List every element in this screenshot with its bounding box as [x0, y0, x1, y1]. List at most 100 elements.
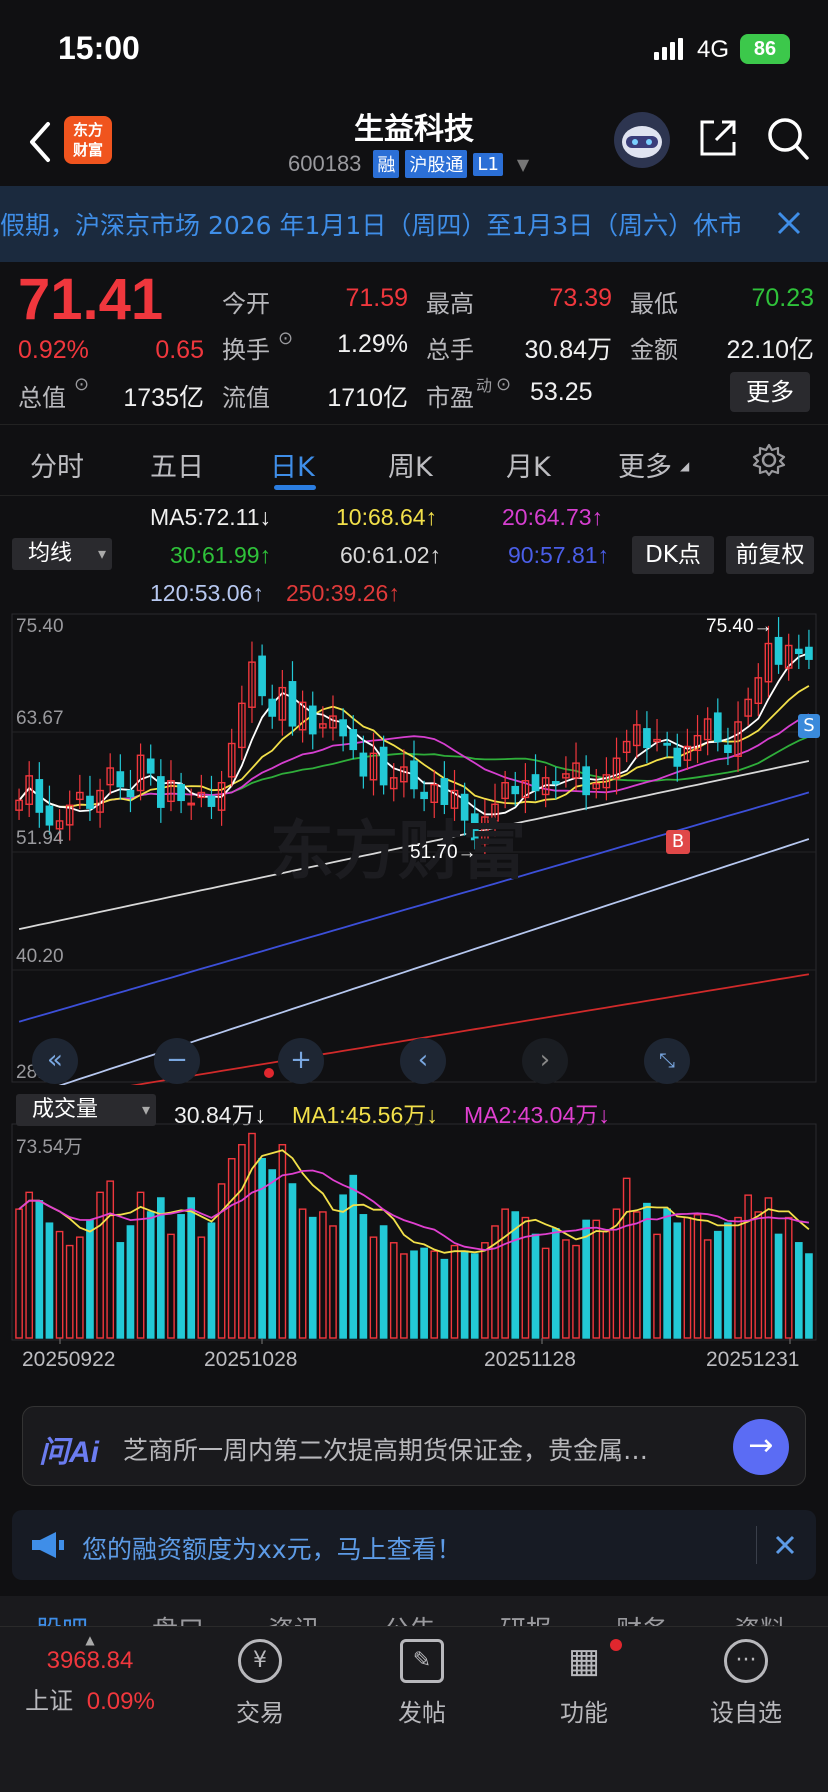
buy-marker[interactable]: B	[666, 830, 690, 854]
status-bar: 15:00 4G 86	[0, 0, 828, 100]
tab-more[interactable]: 更多	[618, 445, 672, 484]
prev-icon[interactable]: ‹	[400, 1038, 446, 1084]
volume-chart[interactable]: 73.54万 20250922 20251028 20251128 202512…	[0, 1120, 828, 1371]
x-tick-label: 20250922	[22, 1348, 116, 1371]
volume-bar-up	[754, 1211, 763, 1339]
caret-up-icon: ▲	[85, 1633, 95, 1647]
volume-bar-down	[207, 1222, 216, 1339]
close-icon[interactable]	[776, 210, 802, 236]
index-change: 0.09%	[86, 1688, 155, 1715]
mktcap-value: 1735亿	[123, 384, 204, 412]
volume-bar-down	[187, 1197, 196, 1339]
assistant-avatar-icon[interactable]	[612, 110, 672, 170]
volume-bar-up	[319, 1211, 327, 1339]
pe-label: 市盈	[426, 384, 474, 412]
volume-bar-down	[551, 1228, 560, 1339]
info-icon[interactable]: ⊙	[496, 374, 511, 395]
volume-svg[interactable]	[0, 1120, 828, 1345]
pe-sup: 动	[476, 376, 493, 395]
nav-watchlist[interactable]: ··· 设自选	[686, 1639, 806, 1728]
volume-bar-up	[329, 1225, 337, 1339]
nav-trade[interactable]: ¥ 交易	[200, 1639, 320, 1728]
volume-bar-down	[45, 1222, 54, 1339]
candle-down	[420, 791, 428, 800]
fullscreen-icon[interactable]: ⤡	[644, 1038, 690, 1084]
nav-post[interactable]: ✎ 发帖	[362, 1639, 482, 1728]
ai-question-bar[interactable]: 问Ai 芝商所一周内第二次提高期货保证金，贵金属… →	[22, 1406, 806, 1486]
zoom-out-icon[interactable]: −	[154, 1038, 200, 1084]
subtab-order-book[interactable]: 盘口	[152, 1610, 204, 1626]
adjust-button[interactable]: 前复权	[726, 536, 814, 574]
candle-down	[774, 636, 783, 665]
stock-header: 东方 财富 生益科技 600183 融 沪股通 L1 ▼	[0, 100, 828, 186]
volume-bar-up	[389, 1242, 398, 1339]
edit-icon: ✎	[400, 1639, 444, 1683]
info-icon[interactable]: ⊙	[74, 374, 89, 395]
nav-functions[interactable]: ▦ 功能	[524, 1639, 644, 1728]
y-tick-label: 63.67	[16, 708, 64, 729]
volume-bar-up	[227, 1158, 236, 1339]
candle-down	[116, 771, 125, 788]
margin-promo[interactable]: 您的融资额度为xx元，马上查看！	[12, 1510, 816, 1580]
info-icon[interactable]: ⊙	[278, 328, 293, 349]
tab-monthly-k[interactable]: 月K	[506, 445, 551, 484]
next-icon[interactable]: ›	[522, 1038, 568, 1084]
volume-bar-up	[15, 1208, 23, 1339]
sell-marker[interactable]: S	[798, 714, 820, 738]
volume-bar-up	[562, 1239, 570, 1339]
kline-chart[interactable]: 75.40 63.67 51.94 40.20 28.47 东方财富 75.40…	[0, 610, 828, 1106]
volume-bar-up	[693, 1214, 702, 1339]
subtab-forum[interactable]: 股吧	[36, 1610, 88, 1626]
mktcap-label: 总值	[18, 384, 66, 412]
period-tabs: 分时 五日 日K 周K 月K 更多 ◢	[0, 424, 828, 496]
zoom-in-icon[interactable]: +	[278, 1038, 324, 1084]
arrow-right-icon[interactable]: →	[733, 1419, 789, 1475]
candle-down	[643, 728, 651, 749]
y-tick-label: 40.20	[16, 946, 64, 967]
settings-gear-icon[interactable]	[752, 443, 786, 477]
more-button[interactable]: 更多	[730, 372, 810, 412]
volume-bar-down	[339, 1194, 347, 1339]
subtab-announcements[interactable]: 公告	[384, 1610, 436, 1626]
ai-prompt-text[interactable]: 芝商所一周内第二次提高期货保证金，贵金属…	[123, 1431, 729, 1467]
tab-intraday[interactable]: 分时	[30, 445, 84, 484]
subtab-profile[interactable]: 资料	[734, 1610, 786, 1626]
tab-five-day[interactable]: 五日	[150, 445, 204, 484]
amount-label: 金额	[630, 336, 678, 364]
tab-daily-k[interactable]: 日K	[270, 445, 315, 484]
candle-down	[805, 646, 813, 660]
search-icon[interactable]	[766, 116, 810, 162]
volume-bar-down	[308, 1216, 317, 1339]
volume-bar-up	[764, 1197, 773, 1339]
share-icon[interactable]	[696, 116, 740, 160]
candle-down	[126, 789, 135, 798]
volume-bar-up	[55, 1230, 64, 1339]
chevron-down-icon[interactable]: ▼	[517, 155, 529, 174]
volume-bar-up	[278, 1144, 287, 1339]
low-value: 70.23	[751, 284, 814, 312]
volume-bar-up	[298, 1208, 307, 1339]
y-tick-label: 75.40	[16, 616, 64, 637]
x-tick-label: 20251028	[204, 1348, 298, 1371]
holiday-notice[interactable]: 假期，沪深京市场 2026 年1月1日（周四）至1月3日（周六）休市	[0, 186, 828, 262]
volume-bar-down	[713, 1230, 722, 1339]
change-amount: 0.65	[155, 336, 204, 364]
stock-subline: 600183 融 沪股通 L1 ▼	[288, 150, 529, 178]
tab-weekly-k[interactable]: 周K	[388, 445, 433, 484]
fast-back-icon[interactable]: «	[32, 1038, 78, 1084]
candle-down	[359, 752, 368, 777]
volume-bar-down	[643, 1202, 651, 1339]
index-ticker[interactable]: ▲ 3968.84 上证 0.09%	[20, 1633, 160, 1716]
candle-down	[410, 760, 418, 790]
subtab-news[interactable]: 资讯	[268, 1610, 320, 1626]
subtab-research[interactable]: 研报	[500, 1610, 552, 1626]
more-dots-icon: ···	[724, 1639, 768, 1683]
candle-down	[258, 655, 266, 697]
ma-dropdown[interactable]: 均线	[12, 538, 112, 570]
dk-point-button[interactable]: DK点	[632, 536, 714, 574]
close-icon[interactable]	[774, 1534, 796, 1556]
subtab-financials[interactable]: 财务	[616, 1610, 668, 1626]
volume-bar-up	[592, 1219, 601, 1339]
grid-icon: ▦	[567, 1641, 601, 1681]
volume-bar-up	[369, 1236, 378, 1339]
